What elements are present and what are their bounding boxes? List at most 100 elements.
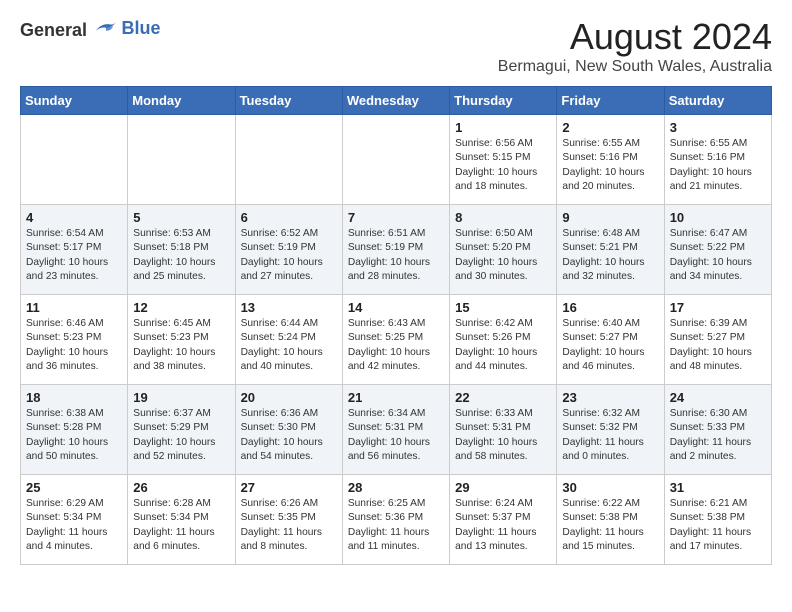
day-info: Sunrise: 6:36 AM Sunset: 5:30 PM Dayligh… xyxy=(241,407,337,464)
day-number: 31 xyxy=(670,480,766,495)
day-info: Sunrise: 6:44 AM Sunset: 5:24 PM Dayligh… xyxy=(241,317,337,374)
calendar-cell: 19 Sunrise: 6:37 AM Sunset: 5:29 PM Dayli… xyxy=(128,385,235,475)
logo-blue: Blue xyxy=(122,18,161,38)
day-info: Sunrise: 6:55 AM Sunset: 5:16 PM Dayligh… xyxy=(562,137,658,194)
calendar-cell: 25 Sunrise: 6:29 AM Sunset: 5:34 PM Dayli… xyxy=(21,475,128,565)
day-number: 28 xyxy=(348,480,444,495)
day-info: Sunrise: 6:48 AM Sunset: 5:21 PM Dayligh… xyxy=(562,227,658,284)
day-info: Sunrise: 6:53 AM Sunset: 5:18 PM Dayligh… xyxy=(133,227,229,284)
calendar-cell: 30 Sunrise: 6:22 AM Sunset: 5:38 PM Dayli… xyxy=(557,475,664,565)
day-number: 20 xyxy=(241,390,337,405)
col-thursday: Thursday xyxy=(450,87,557,115)
day-info: Sunrise: 6:21 AM Sunset: 5:38 PM Dayligh… xyxy=(670,497,766,554)
calendar-cell: 1Sunrise: 6:56 AM Sunset: 5:15 PM Daylig… xyxy=(450,115,557,205)
day-info: Sunrise: 6:54 AM Sunset: 5:17 PM Dayligh… xyxy=(26,227,122,284)
day-info: Sunrise: 6:40 AM Sunset: 5:27 PM Dayligh… xyxy=(562,317,658,374)
day-number: 1 xyxy=(455,120,551,135)
day-info: Sunrise: 6:45 AM Sunset: 5:23 PM Dayligh… xyxy=(133,317,229,374)
day-number: 19 xyxy=(133,390,229,405)
day-number: 15 xyxy=(455,300,551,315)
calendar-cell: 17 Sunrise: 6:39 AM Sunset: 5:27 PM Dayli… xyxy=(664,295,771,385)
day-number: 13 xyxy=(241,300,337,315)
calendar-cell: 13 Sunrise: 6:44 AM Sunset: 5:24 PM Dayli… xyxy=(235,295,342,385)
calendar-cell: 3 Sunrise: 6:55 AM Sunset: 5:16 PM Daylig… xyxy=(664,115,771,205)
day-number: 16 xyxy=(562,300,658,315)
calendar-cell: 12 Sunrise: 6:45 AM Sunset: 5:23 PM Dayli… xyxy=(128,295,235,385)
day-info: Sunrise: 6:34 AM Sunset: 5:31 PM Dayligh… xyxy=(348,407,444,464)
calendar-body: 1Sunrise: 6:56 AM Sunset: 5:15 PM Daylig… xyxy=(21,115,772,565)
day-number: 23 xyxy=(562,390,658,405)
day-info: Sunrise: 6:47 AM Sunset: 5:22 PM Dayligh… xyxy=(670,227,766,284)
day-info: Sunrise: 6:25 AM Sunset: 5:36 PM Dayligh… xyxy=(348,497,444,554)
day-info: Sunrise: 6:51 AM Sunset: 5:19 PM Dayligh… xyxy=(348,227,444,284)
day-info: Sunrise: 6:52 AM Sunset: 5:19 PM Dayligh… xyxy=(241,227,337,284)
col-sunday: Sunday xyxy=(21,87,128,115)
calendar-cell: 8 Sunrise: 6:50 AM Sunset: 5:20 PM Daylig… xyxy=(450,205,557,295)
calendar-cell: 31 Sunrise: 6:21 AM Sunset: 5:38 PM Dayli… xyxy=(664,475,771,565)
day-info: Sunrise: 6:55 AM Sunset: 5:16 PM Dayligh… xyxy=(670,137,766,194)
calendar-cell: 10Sunrise: 6:47 AM Sunset: 5:22 PM Dayli… xyxy=(664,205,771,295)
day-number: 17 xyxy=(670,300,766,315)
calendar-cell: 24Sunrise: 6:30 AM Sunset: 5:33 PM Dayli… xyxy=(664,385,771,475)
page-header: General Blue August 2024 Bermagui, New S… xyxy=(20,16,772,76)
day-info: Sunrise: 6:43 AM Sunset: 5:25 PM Dayligh… xyxy=(348,317,444,374)
day-number: 12 xyxy=(133,300,229,315)
title-section: August 2024 Bermagui, New South Wales, A… xyxy=(498,16,772,76)
day-number: 26 xyxy=(133,480,229,495)
day-info: Sunrise: 6:50 AM Sunset: 5:20 PM Dayligh… xyxy=(455,227,551,284)
calendar-cell xyxy=(342,115,449,205)
calendar-table: Sunday Monday Tuesday Wednesday Thursday… xyxy=(20,86,772,565)
day-number: 18 xyxy=(26,390,122,405)
day-number: 4 xyxy=(26,210,122,225)
col-wednesday: Wednesday xyxy=(342,87,449,115)
col-monday: Monday xyxy=(128,87,235,115)
calendar-cell: 16 Sunrise: 6:40 AM Sunset: 5:27 PM Dayli… xyxy=(557,295,664,385)
day-number: 24 xyxy=(670,390,766,405)
day-info: Sunrise: 6:39 AM Sunset: 5:27 PM Dayligh… xyxy=(670,317,766,374)
calendar-cell: 5 Sunrise: 6:53 AM Sunset: 5:18 PM Daylig… xyxy=(128,205,235,295)
day-number: 25 xyxy=(26,480,122,495)
calendar-cell: 14 Sunrise: 6:43 AM Sunset: 5:25 PM Dayli… xyxy=(342,295,449,385)
month-year-title: August 2024 xyxy=(498,16,772,58)
calendar-cell: 15 Sunrise: 6:42 AM Sunset: 5:26 PM Dayli… xyxy=(450,295,557,385)
day-number: 30 xyxy=(562,480,658,495)
calendar-cell xyxy=(21,115,128,205)
day-info: Sunrise: 6:42 AM Sunset: 5:26 PM Dayligh… xyxy=(455,317,551,374)
calendar-week-row: 11Sunrise: 6:46 AM Sunset: 5:23 PM Dayli… xyxy=(21,295,772,385)
day-number: 5 xyxy=(133,210,229,225)
calendar-cell: 22Sunrise: 6:33 AM Sunset: 5:31 PM Dayli… xyxy=(450,385,557,475)
calendar-week-row: 25 Sunrise: 6:29 AM Sunset: 5:34 PM Dayli… xyxy=(21,475,772,565)
calendar-cell: 4 Sunrise: 6:54 AM Sunset: 5:17 PM Daylig… xyxy=(21,205,128,295)
calendar-cell: 21Sunrise: 6:34 AM Sunset: 5:31 PM Dayli… xyxy=(342,385,449,475)
calendar-cell: 11Sunrise: 6:46 AM Sunset: 5:23 PM Dayli… xyxy=(21,295,128,385)
logo-bird-icon xyxy=(94,16,118,36)
day-info: Sunrise: 6:32 AM Sunset: 5:32 PM Dayligh… xyxy=(562,407,658,464)
day-number: 14 xyxy=(348,300,444,315)
day-info: Sunrise: 6:28 AM Sunset: 5:34 PM Dayligh… xyxy=(133,497,229,554)
calendar-cell: 23 Sunrise: 6:32 AM Sunset: 5:32 PM Dayli… xyxy=(557,385,664,475)
day-number: 29 xyxy=(455,480,551,495)
weekday-header-row: Sunday Monday Tuesday Wednesday Thursday… xyxy=(21,87,772,115)
day-number: 2 xyxy=(562,120,658,135)
day-number: 22 xyxy=(455,390,551,405)
day-number: 7 xyxy=(348,210,444,225)
day-info: Sunrise: 6:29 AM Sunset: 5:34 PM Dayligh… xyxy=(26,497,122,554)
calendar-week-row: 4 Sunrise: 6:54 AM Sunset: 5:17 PM Daylig… xyxy=(21,205,772,295)
calendar-cell: 2 Sunrise: 6:55 AM Sunset: 5:16 PM Daylig… xyxy=(557,115,664,205)
day-info: Sunrise: 6:24 AM Sunset: 5:37 PM Dayligh… xyxy=(455,497,551,554)
calendar-cell xyxy=(128,115,235,205)
day-number: 8 xyxy=(455,210,551,225)
calendar-cell: 26 Sunrise: 6:28 AM Sunset: 5:34 PM Dayli… xyxy=(128,475,235,565)
calendar-cell: 27Sunrise: 6:26 AM Sunset: 5:35 PM Dayli… xyxy=(235,475,342,565)
calendar-cell: 28 Sunrise: 6:25 AM Sunset: 5:36 PM Dayli… xyxy=(342,475,449,565)
day-info: Sunrise: 6:37 AM Sunset: 5:29 PM Dayligh… xyxy=(133,407,229,464)
location-subtitle: Bermagui, New South Wales, Australia xyxy=(498,58,772,76)
day-number: 3 xyxy=(670,120,766,135)
calendar-cell xyxy=(235,115,342,205)
day-number: 11 xyxy=(26,300,122,315)
calendar-cell: 20 Sunrise: 6:36 AM Sunset: 5:30 PM Dayli… xyxy=(235,385,342,475)
day-info: Sunrise: 6:22 AM Sunset: 5:38 PM Dayligh… xyxy=(562,497,658,554)
calendar-week-row: 18 Sunrise: 6:38 AM Sunset: 5:28 PM Dayli… xyxy=(21,385,772,475)
day-number: 9 xyxy=(562,210,658,225)
day-info: Sunrise: 6:38 AM Sunset: 5:28 PM Dayligh… xyxy=(26,407,122,464)
